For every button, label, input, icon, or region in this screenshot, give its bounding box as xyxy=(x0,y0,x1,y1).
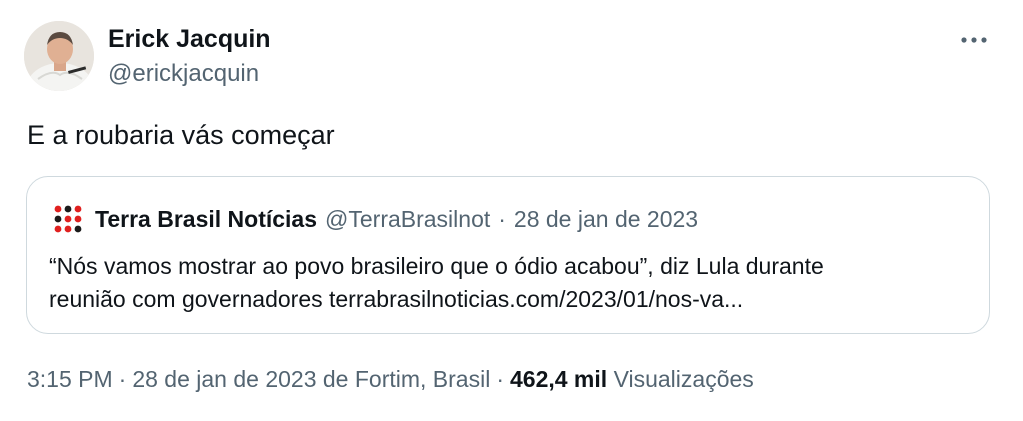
avatar-image xyxy=(24,21,94,91)
quoted-date[interactable]: 28 de jan de 2023 xyxy=(514,206,698,233)
quoted-tweet-header: Terra Brasil Notícias @TerraBrasilnot · … xyxy=(53,204,698,234)
views-count: 462,4 mil xyxy=(509,366,608,392)
quoted-separator: · xyxy=(498,205,506,232)
more-options-icon xyxy=(961,37,987,43)
quoted-tweet-text: “Nós vamos mostrar ao povo brasileiro qu… xyxy=(49,250,969,316)
author-avatar[interactable] xyxy=(24,21,94,91)
more-options-button[interactable] xyxy=(956,26,992,54)
tweet-time[interactable]: 3:15 PM xyxy=(27,366,113,392)
quoted-source-name[interactable]: Terra Brasil Notícias xyxy=(95,206,317,233)
tweet-date-location[interactable]: 28 de jan de 2023 de Fortim, Brasil xyxy=(132,366,490,392)
tweet-text: E a roubaria vás começar xyxy=(27,120,335,150)
quoted-tweet[interactable]: Terra Brasil Notícias @TerraBrasilnot · … xyxy=(26,176,990,334)
meta-separator: · xyxy=(118,366,127,392)
tweet-card: Erick Jacquin @erickjacquin E a roubaria… xyxy=(0,0,1023,421)
quoted-text-line-2: reunião com governadores terrabrasilnoti… xyxy=(49,286,744,312)
views-label: Visualizações xyxy=(613,366,754,392)
author-name[interactable]: Erick Jacquin xyxy=(108,25,271,54)
tweet-meta: 3:15 PM · 28 de jan de 2023 de Fortim, Bra… xyxy=(27,366,754,393)
author-handle[interactable]: @erickjacquin xyxy=(108,60,259,88)
terra-logo-icon xyxy=(54,205,82,233)
quoted-text-line-1: “Nós vamos mostrar ao povo brasileiro qu… xyxy=(49,253,824,279)
meta-separator-2: · xyxy=(496,366,504,392)
quoted-source-handle[interactable]: @TerraBrasilnot xyxy=(325,206,490,233)
